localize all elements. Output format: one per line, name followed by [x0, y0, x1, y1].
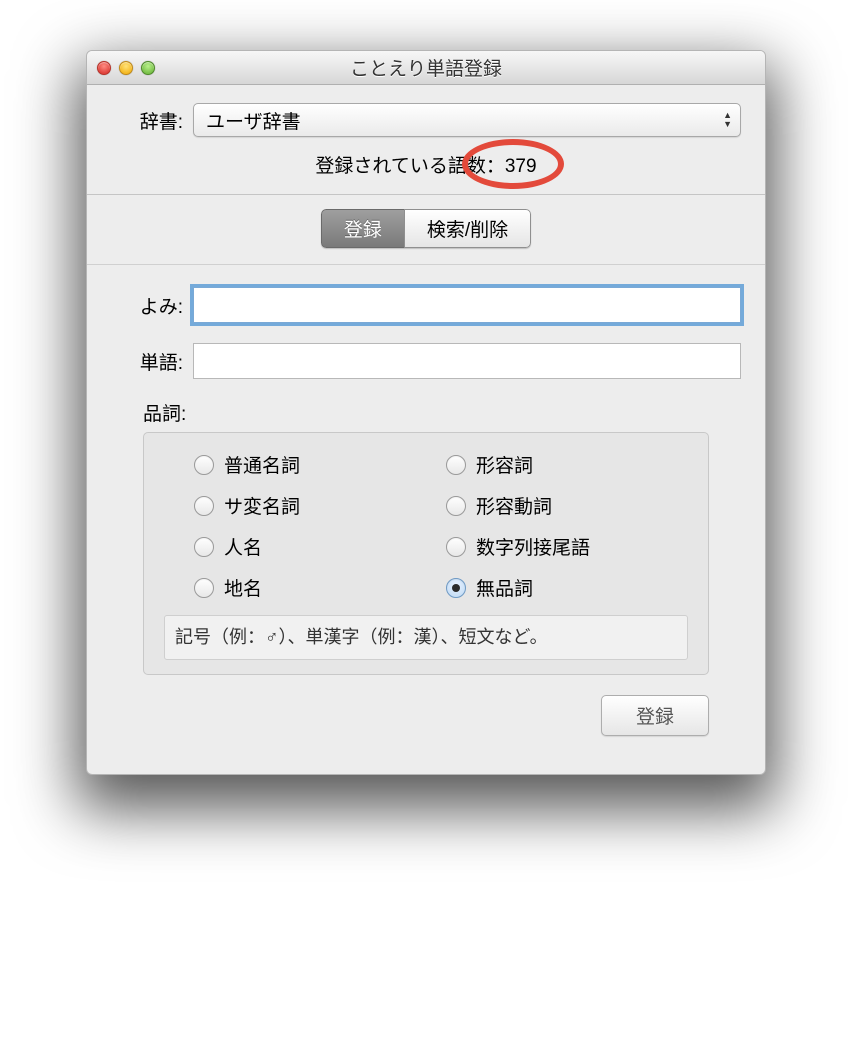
radio-label: 形容動詞	[476, 492, 552, 519]
dictionary-section: 辞書: ユーザ辞書 ▲▼ 登録されている語数：379	[87, 85, 765, 195]
radio-label: サ変名詞	[224, 492, 300, 519]
zoom-icon[interactable]	[141, 61, 155, 75]
tab-register[interactable]: 登録	[321, 209, 404, 248]
radio-label: 形容詞	[476, 451, 533, 478]
titlebar: ことえり単語登録	[87, 51, 765, 85]
tab-search-delete[interactable]: 検索/削除	[404, 209, 531, 248]
radio-suujiretsu[interactable]: 数字列接尾語	[446, 533, 688, 560]
radio-icon	[194, 455, 214, 475]
radio-label: 普通名詞	[224, 451, 300, 478]
radio-futsuu-meishi[interactable]: 普通名詞	[194, 451, 436, 478]
tango-input[interactable]	[193, 343, 741, 379]
register-form: よみ: 単語: 品詞: 普通名詞 形容詞 サ変名詞	[87, 265, 765, 774]
minimize-icon[interactable]	[119, 61, 133, 75]
radio-jinmei[interactable]: 人名	[194, 533, 436, 560]
dictionary-label: 辞書:	[111, 107, 183, 134]
tab-bar: 登録 検索/削除	[87, 195, 765, 265]
annotation-oval	[462, 139, 564, 189]
dictionary-selected-value: ユーザ辞書	[206, 107, 301, 134]
window-title: ことえり単語登録	[97, 54, 755, 81]
word-register-window: ことえり単語登録 辞書: ユーザ辞書 ▲▼ 登録されている語数：379 登録 検…	[86, 50, 766, 775]
radio-chimei[interactable]: 地名	[194, 574, 436, 601]
yomi-label: よみ:	[111, 292, 183, 319]
close-icon[interactable]	[97, 61, 111, 75]
word-count-line: 登録されている語数：379	[111, 147, 741, 178]
radio-icon	[446, 455, 466, 475]
radio-label: 人名	[224, 533, 262, 560]
hinshi-help-text: 記号（例：♂）、単漢字（例：漢）、短文など。	[164, 615, 688, 660]
radio-icon	[446, 578, 466, 598]
radio-muhinshi[interactable]: 無品詞	[446, 574, 688, 601]
radio-sahen-meishi[interactable]: サ変名詞	[194, 492, 436, 519]
traffic-lights	[97, 61, 155, 75]
tango-label: 単語:	[111, 348, 183, 375]
register-button[interactable]: 登録	[601, 695, 709, 736]
yomi-input[interactable]	[193, 287, 741, 323]
hinshi-label: 品詞:	[143, 399, 741, 426]
radio-label: 無品詞	[476, 574, 533, 601]
radio-icon	[446, 537, 466, 557]
radio-icon	[194, 537, 214, 557]
dictionary-select[interactable]: ユーザ辞書 ▲▼	[193, 103, 741, 137]
radio-icon	[446, 496, 466, 516]
select-arrows-icon: ▲▼	[723, 112, 732, 128]
hinshi-group: 普通名詞 形容詞 サ変名詞 形容動詞 人名	[143, 432, 709, 675]
radio-keiyoudoushi[interactable]: 形容動詞	[446, 492, 688, 519]
radio-icon	[194, 578, 214, 598]
radio-icon	[194, 496, 214, 516]
radio-label: 数字列接尾語	[476, 533, 590, 560]
radio-label: 地名	[224, 574, 262, 601]
radio-keiyoushi[interactable]: 形容詞	[446, 451, 688, 478]
